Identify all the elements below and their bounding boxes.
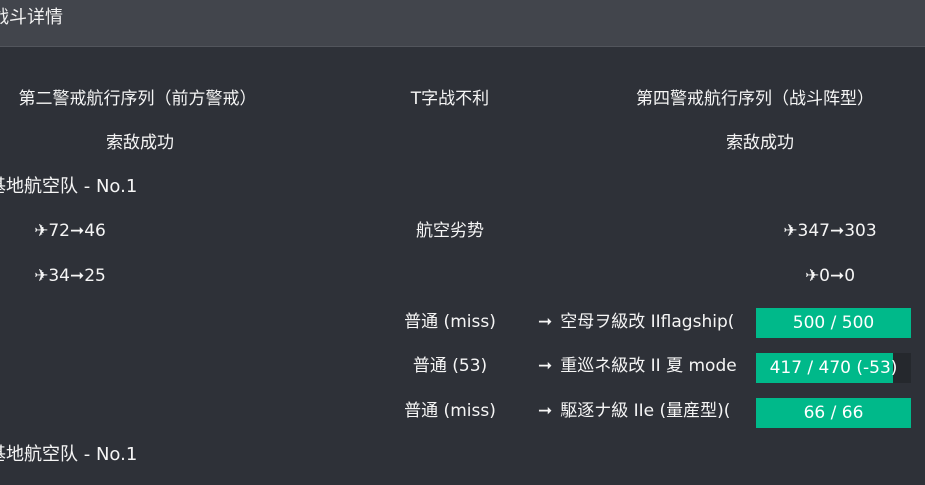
arrow-right-icon: ➞ (538, 312, 553, 332)
hp-bar: 66 / 66 (756, 398, 911, 428)
enemy-search-result: 索敌成功 (726, 133, 794, 153)
target-ship-name: 空母ヲ級改 IIflagship( (560, 312, 735, 332)
hp-bar: 417 / 470 (-53) (756, 353, 911, 383)
engagement-form: T字战不利 (410, 89, 490, 109)
attack-type: 普通 (miss) (404, 312, 496, 332)
hp-value: 500 / 500 (792, 313, 875, 333)
hp-bar: 500 / 500 (756, 308, 911, 338)
dialog-titlebar: 战斗详情 (0, 0, 925, 47)
lbas-section-header: 基地航空队 - No.1 (0, 176, 138, 197)
friendly-fleet-formation: 第二警戒航行序列（前方警戒） (18, 89, 257, 109)
attack-target: ➞ 駆逐ナ級 IIe (量産型)( (538, 400, 756, 422)
dialog-title: 战斗详情 (0, 7, 63, 28)
arrow-right-icon: ➞ (538, 356, 553, 376)
air-state: 航空劣势 (416, 221, 484, 241)
enemy-fleet-formation: 第四警戒航行序列（战斗阵型） (636, 89, 874, 109)
attack-type: 普通 (53) (412, 356, 488, 376)
attack-target: ➞ 空母ヲ級改 IIflagship( (538, 311, 756, 333)
attack-type: 普通 (miss) (404, 401, 496, 421)
friendly-search-result: 索敌成功 (106, 133, 174, 153)
arrow-right-icon: ➞ (538, 401, 553, 421)
hp-value: 66 / 66 (803, 403, 864, 423)
friendly-air-wave-1: ✈72➞46 (34, 221, 106, 241)
enemy-air-wave-1: ✈347➞303 (783, 221, 877, 241)
hp-value: 417 / 470 (-53) (769, 358, 898, 378)
attack-target: ➞ 重巡ネ級改 II 夏 mode (538, 355, 756, 377)
lbas-section-header: 基地航空队 - No.1 (0, 444, 138, 465)
target-ship-name: 駆逐ナ級 IIe (量産型)( (560, 401, 731, 421)
target-ship-name: 重巡ネ級改 II 夏 mode (560, 356, 737, 376)
friendly-air-wave-2: ✈34➞25 (34, 266, 106, 286)
enemy-air-wave-2: ✈0➞0 (804, 266, 856, 286)
